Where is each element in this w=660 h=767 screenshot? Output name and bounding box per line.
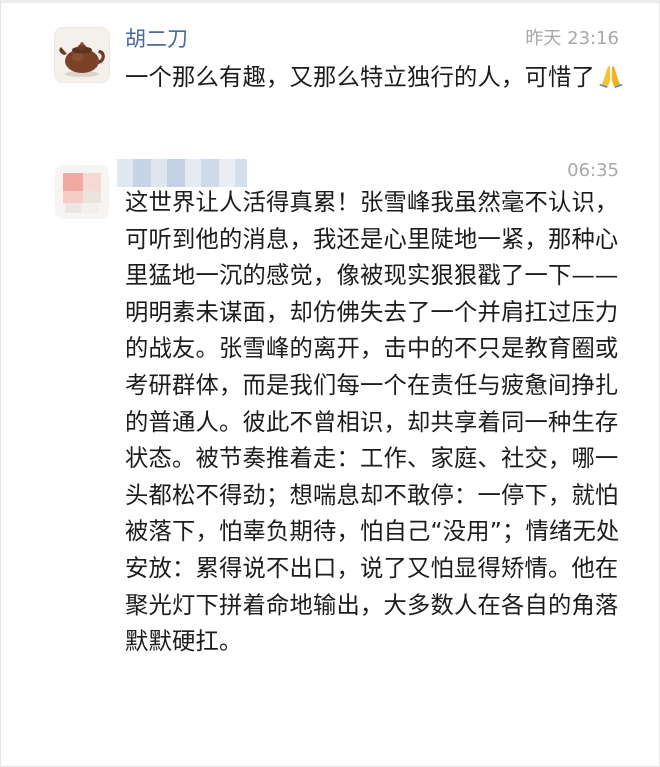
author-name-blurred[interactable] xyxy=(117,159,247,187)
author-name[interactable]: 胡二刀 xyxy=(125,26,188,52)
blurred-avatar-icon xyxy=(55,165,109,219)
comment-item: 胡二刀 昨天 23:16 一个那么有趣，又那么特立独行的人，可惜了 xyxy=(1,3,660,153)
user-avatar[interactable] xyxy=(55,165,109,219)
teapot-avatar-icon xyxy=(55,28,109,82)
comment-timestamp: 昨天 23:16 xyxy=(525,28,619,49)
comment-item: 06:35 这世界让人活得真累！张雪峰我虽然毫不认识，可听到他的消息，我还是心里… xyxy=(1,153,660,767)
comment-text: 一个那么有趣，又那么特立独行的人，可惜了 xyxy=(125,64,595,91)
comment-text: 这世界让人活得真累！张雪峰我虽然毫不认识，可听到他的消息，我还是心里陡地一紧，那… xyxy=(125,189,620,656)
comment-timestamp: 06:35 xyxy=(567,160,619,181)
user-avatar[interactable] xyxy=(55,28,109,82)
folded-hands-icon xyxy=(598,63,624,100)
comment-text-wrapper: 一个那么有趣，又那么特立独行的人，可惜了 xyxy=(125,60,635,100)
comment-list: 胡二刀 昨天 23:16 一个那么有趣，又那么特立独行的人，可惜了 06:35 … xyxy=(0,0,660,767)
